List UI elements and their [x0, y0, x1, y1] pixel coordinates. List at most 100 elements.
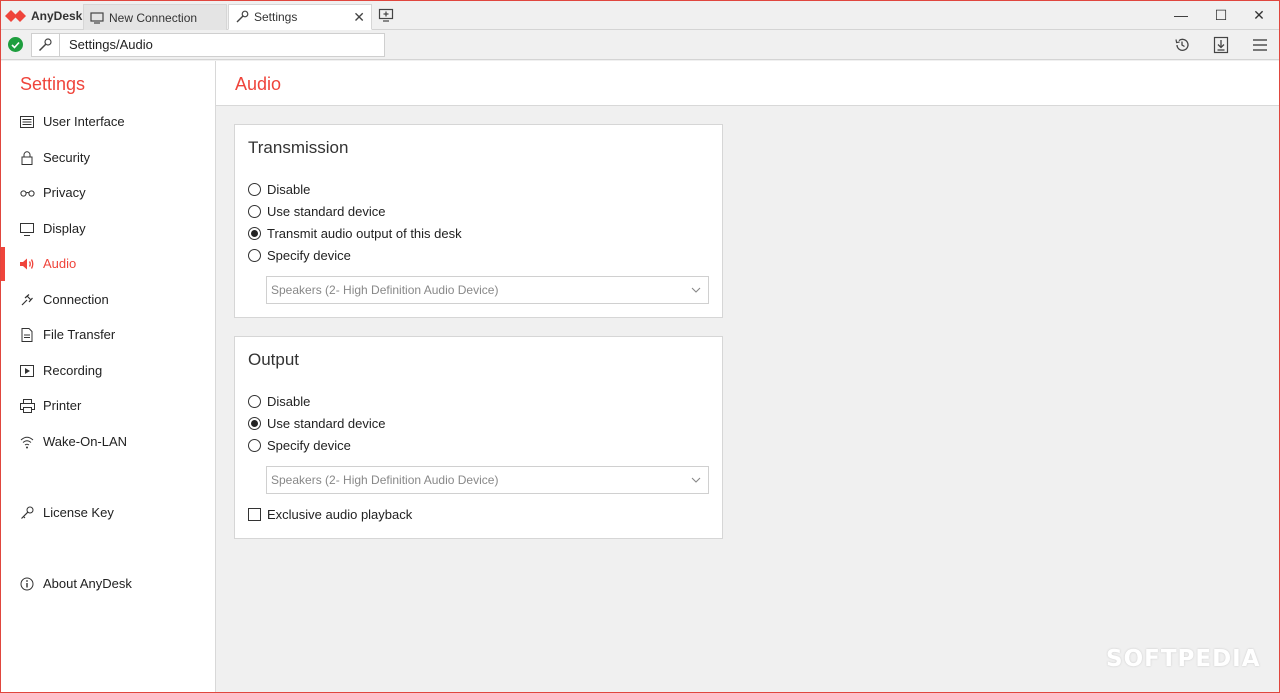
new-tab-icon[interactable] — [378, 7, 394, 23]
sidebar-item-privacy[interactable]: Privacy — [1, 176, 215, 210]
tab-settings[interactable]: Settings ✕ — [228, 4, 372, 30]
sidebar-item-security[interactable]: Security — [1, 141, 215, 175]
sidebar-item-label: Printer — [43, 398, 82, 413]
option-label: Use standard device — [267, 203, 386, 219]
tab-label: New Connection — [109, 10, 198, 25]
sidebar-item-label: About AnyDesk — [43, 576, 132, 591]
radio-button[interactable] — [248, 394, 261, 408]
option-label: Disable — [267, 181, 311, 197]
speaker-icon — [19, 256, 35, 272]
minimize-button[interactable]: — — [1161, 1, 1201, 29]
sidebar-item-label: Privacy — [43, 185, 86, 200]
select-value: Speakers (2- High Definition Audio Devic… — [271, 283, 499, 297]
sidebar-item-label: Display — [43, 221, 86, 236]
wrench-icon — [38, 38, 52, 52]
output-device-select[interactable]: Speakers (2- High Definition Audio Devic… — [266, 466, 709, 494]
option-label: Disable — [267, 393, 311, 409]
radio-button[interactable] — [248, 438, 261, 452]
radio-button[interactable] — [248, 248, 261, 262]
option-label: Specify device — [267, 437, 351, 453]
output-option-standard-device[interactable]: Use standard device — [248, 414, 386, 432]
keyboard-icon — [19, 114, 35, 130]
radio-button-selected[interactable] — [248, 416, 261, 430]
output-option-disable[interactable]: Disable — [248, 392, 310, 410]
page-title: Audio — [235, 74, 282, 94]
settings-sidebar: Settings User Interface Security Privacy… — [1, 61, 216, 692]
sidebar-item-label: Recording — [43, 363, 103, 378]
printer-icon — [19, 398, 35, 414]
sidebar-item-about-anydesk[interactable]: About AnyDesk — [1, 567, 215, 601]
sidebar-item-license-key[interactable]: License Key — [1, 496, 215, 530]
sidebar-item-display[interactable]: Display — [1, 212, 215, 246]
address-field[interactable] — [31, 33, 385, 57]
option-label: Specify device — [267, 247, 351, 263]
download-icon[interactable] — [1211, 35, 1231, 55]
option-label: Use standard device — [267, 415, 386, 431]
address-input[interactable] — [69, 37, 369, 52]
address-separator — [59, 34, 60, 56]
lock-icon — [19, 150, 35, 166]
output-panel: Output Disable Use standard device Speci… — [234, 336, 723, 539]
info-icon — [19, 576, 35, 592]
sidebar-item-printer[interactable]: Printer — [1, 389, 215, 423]
transmission-option-standard-device[interactable]: Use standard device — [248, 202, 386, 220]
wifi-icon — [19, 434, 35, 450]
sidebar-item-wake-on-lan[interactable]: Wake-On-LAN — [1, 425, 215, 459]
transmission-panel: Transmission Disable Use standard device… — [234, 124, 723, 318]
sidebar-item-label: License Key — [43, 505, 114, 520]
sidebar-item-label: User Interface — [43, 114, 125, 129]
wrench-icon — [236, 10, 249, 23]
transmission-device-select[interactable]: Speakers (2- High Definition Audio Devic… — [266, 276, 709, 304]
transmission-option-transmit-output[interactable]: Transmit audio output of this desk — [248, 224, 462, 242]
close-button[interactable]: ✕ — [1239, 1, 1279, 29]
sidebar-item-audio[interactable]: Audio — [1, 247, 215, 281]
app-brand[interactable]: AnyDesk — [5, 5, 82, 27]
tab-close-icon[interactable]: ✕ — [353, 9, 365, 26]
output-title: Output — [248, 350, 300, 369]
exclusive-playback-checkbox[interactable] — [248, 507, 261, 521]
option-label: Exclusive audio playback — [267, 506, 413, 522]
recording-icon — [19, 363, 35, 379]
tab-label: Settings — [254, 10, 298, 24]
app-name: AnyDesk — [31, 9, 83, 23]
sidebar-item-recording[interactable]: Recording — [1, 354, 215, 388]
monitor-icon — [90, 11, 104, 24]
radio-button[interactable] — [248, 182, 261, 196]
anydesk-window: AnyDesk New Connection Settings ✕ — ☐ ✕ — [0, 0, 1280, 693]
monitor-icon — [19, 221, 35, 237]
transmission-option-disable[interactable]: Disable — [248, 180, 310, 198]
connection-icon — [19, 292, 35, 308]
transmission-title: Transmission — [248, 138, 349, 157]
sidebar-item-label: Connection — [43, 292, 109, 307]
sidebar-item-label: Security — [43, 150, 90, 165]
exclusive-playback-option[interactable]: Exclusive audio playback — [248, 505, 412, 523]
maximize-button[interactable]: ☐ — [1201, 1, 1241, 29]
sidebar-item-file-transfer[interactable]: File Transfer — [1, 318, 215, 352]
option-label: Transmit audio output of this desk — [267, 225, 462, 241]
history-icon[interactable] — [1172, 35, 1192, 55]
output-option-specify-device[interactable]: Specify device — [248, 436, 351, 454]
transmission-option-specify-device[interactable]: Specify device — [248, 246, 351, 264]
tab-new-connection[interactable]: New Connection — [83, 4, 227, 30]
key-icon — [19, 505, 35, 521]
title-bar: AnyDesk New Connection Settings ✕ — ☐ ✕ — [1, 1, 1279, 30]
address-bar — [1, 30, 1279, 60]
main-header: Audio — [216, 61, 1279, 106]
select-value: Speakers (2- High Definition Audio Devic… — [271, 473, 499, 487]
status-online-icon — [8, 37, 23, 52]
radio-button[interactable] — [248, 204, 261, 218]
file-icon — [19, 327, 35, 343]
chevron-down-icon — [691, 477, 701, 483]
sidebar-item-label: Wake-On-LAN — [43, 434, 128, 449]
glasses-icon — [19, 185, 35, 201]
anydesk-logo-icon — [5, 10, 26, 22]
sidebar-item-user-interface[interactable]: User Interface — [1, 105, 215, 139]
chevron-down-icon — [691, 287, 701, 293]
sidebar-item-label: File Transfer — [43, 327, 116, 342]
menu-icon[interactable] — [1250, 35, 1270, 55]
sidebar-title: Settings — [20, 74, 86, 94]
sidebar-item-connection[interactable]: Connection — [1, 283, 215, 317]
softpedia-watermark: SOFTPEDIA — [1106, 646, 1261, 672]
radio-button-selected[interactable] — [248, 226, 261, 240]
sidebar-item-label: Audio — [43, 256, 77, 271]
